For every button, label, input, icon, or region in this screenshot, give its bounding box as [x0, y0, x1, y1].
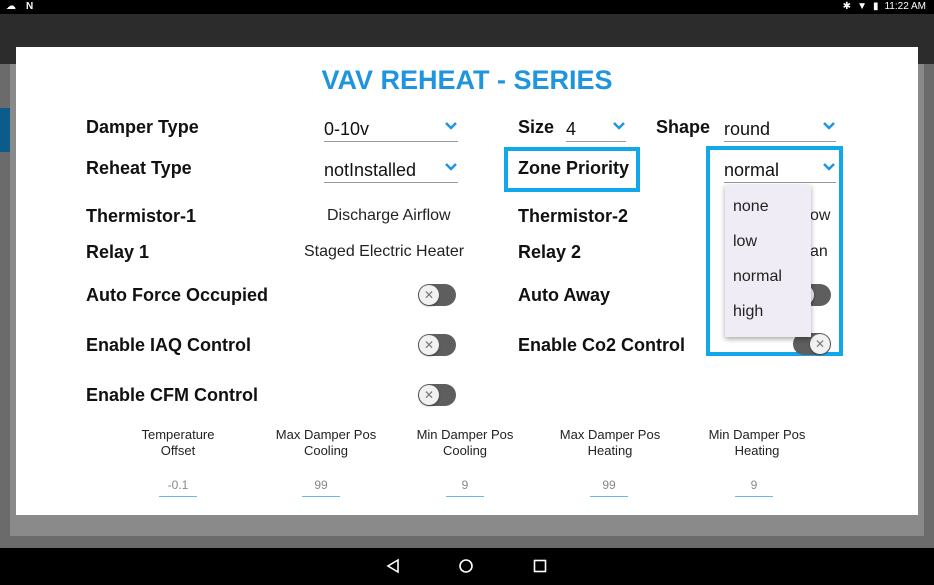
bluetooth-icon: ✱: [842, 1, 852, 12]
dropdown-option-high[interactable]: high: [733, 303, 763, 321]
zone-priority-label: Zone Priority: [518, 158, 630, 178]
enable-iaq-toggle[interactable]: ✕: [418, 334, 456, 356]
zone-priority-dropdown-menu: none low normal high: [725, 185, 811, 337]
thermistor1-label: Thermistor-1: [86, 206, 197, 226]
relay2-label: Relay 2: [518, 242, 582, 262]
zone-priority-value: normal: [724, 160, 780, 180]
enable-co2-label: Enable Co2 Control: [518, 335, 686, 355]
reheat-type-value: notInstalled: [324, 160, 417, 180]
relay1-value: Staged Electric Heater: [304, 243, 465, 260]
battery-icon: ▮: [872, 1, 879, 12]
dropdown-option-none[interactable]: none: [733, 198, 769, 216]
close-icon: ✕: [419, 385, 439, 405]
chevron-down-icon: [823, 122, 835, 130]
damper-type-label: Damper Type: [86, 117, 199, 137]
dialog-title: VAV REHEAT - SERIES: [321, 65, 613, 95]
thermistor1-value: Discharge Airflow: [327, 207, 451, 224]
wifi-icon: ▼: [857, 1, 867, 12]
size-value: 4: [566, 119, 577, 139]
close-icon: ✕: [419, 335, 439, 355]
max-damper-cooling-title: Max Damper Pos Cooling: [275, 427, 377, 458]
min-damper-cooling-input[interactable]: 9: [446, 478, 484, 497]
reheat-type-select[interactable]: notInstalled: [324, 158, 458, 183]
damper-type-value: 0-10v: [324, 119, 370, 139]
damper-type-select[interactable]: 0-10v: [324, 117, 458, 142]
auto-force-occupied-label: Auto Force Occupied: [86, 285, 269, 305]
enable-cfm-label: Enable CFM Control: [86, 385, 258, 405]
size-select[interactable]: 4: [566, 117, 626, 142]
thermistor2-value: ow: [810, 207, 831, 224]
shape-select[interactable]: round: [724, 117, 836, 142]
chevron-down-icon: [613, 122, 625, 130]
max-damper-cooling-input[interactable]: 99: [302, 478, 340, 497]
vav-config-dialog: VAV REHEAT - SERIES Damper Type 0-10v Si…: [16, 47, 918, 515]
close-icon: ✕: [810, 334, 830, 354]
temperature-offset-input[interactable]: -0.1: [159, 478, 197, 497]
auto-away-label: Auto Away: [518, 285, 611, 305]
max-damper-heating-input[interactable]: 99: [590, 478, 628, 497]
shape-value: round: [724, 119, 771, 139]
home-icon[interactable]: [458, 558, 474, 574]
auto-force-occupied-toggle[interactable]: ✕: [418, 284, 456, 306]
enable-cfm-toggle[interactable]: ✕: [418, 384, 456, 406]
temperature-offset-title: Temperature Offset: [141, 427, 215, 458]
zone-priority-select[interactable]: normal: [724, 158, 836, 183]
relay1-label: Relay 1: [86, 242, 150, 262]
chevron-down-icon: [445, 163, 457, 171]
recents-icon[interactable]: [532, 558, 548, 574]
chevron-down-icon: [823, 163, 835, 171]
dropdown-option-low[interactable]: low: [733, 233, 757, 251]
dropdown-option-normal[interactable]: normal: [733, 268, 782, 286]
size-label: Size: [518, 117, 555, 137]
min-damper-heating-title: Min Damper Pos Heating: [708, 427, 806, 458]
clock: 11:22 AM: [884, 1, 926, 12]
background-tab: [0, 108, 10, 152]
min-damper-cooling-title: Min Damper Pos Cooling: [416, 427, 514, 458]
navigation-bar: [0, 548, 934, 585]
thermistor2-label: Thermistor-2: [518, 206, 629, 226]
enable-iaq-label: Enable IAQ Control: [86, 335, 252, 355]
chevron-down-icon: [445, 122, 457, 130]
shape-label: Shape: [656, 117, 711, 137]
relay2-value: an: [810, 243, 828, 260]
back-icon[interactable]: [385, 558, 401, 574]
notification-n-icon: N: [26, 1, 34, 12]
close-icon: ✕: [419, 285, 439, 305]
min-damper-heating-input[interactable]: 9: [735, 478, 773, 497]
cloud-icon: ☁: [6, 1, 16, 12]
reheat-type-label: Reheat Type: [86, 158, 192, 178]
status-bar: ☁ N ✱ ▼ ▮ 11:22 AM: [0, 0, 934, 14]
max-damper-heating-title: Max Damper Pos Heating: [559, 427, 661, 458]
